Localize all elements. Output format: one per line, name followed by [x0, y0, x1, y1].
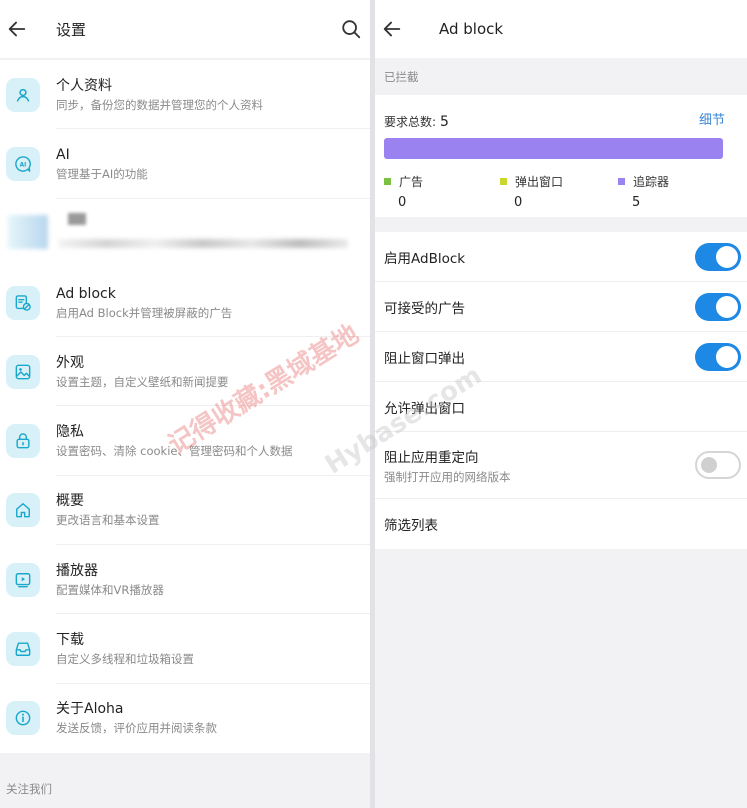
ad-block-screen: Ad block 已拦截 要求总数: 5 细节 广告 0 弹出窗口 0 追踪器 5… — [375, 0, 747, 808]
legend-value: 5 — [632, 195, 641, 210]
settings-item-profile[interactable]: 个人资料 同步，备份您的数据并管理您的个人资料 — [0, 60, 370, 130]
settings-item-subtitle: 管理基于AI的功能 — [56, 166, 148, 181]
total-requests: 要求总数: 5 — [384, 113, 449, 130]
settings-item-about[interactable]: 关于Aloha 发送反馈，评价应用并阅读条款 — [0, 684, 370, 753]
settings-item-ai[interactable]: AI AI 管理基于AI的功能 — [0, 129, 370, 199]
blocked-section-header: 已拦截 — [384, 69, 419, 84]
person-icon — [6, 77, 40, 112]
legend-value: 0 — [514, 195, 523, 210]
setting-label: 阻止窗口弹出 — [384, 350, 465, 367]
settings-item-subtitle: 更改语言和基本设置 — [56, 513, 160, 528]
settings-item-privacy[interactable]: 隐私 设置密码、清除 cookie、管理密码和个人数据 — [0, 406, 370, 477]
back-arrow-icon[interactable] — [6, 18, 28, 40]
total-requests-value: 5 — [440, 114, 449, 130]
enable-adblock-toggle[interactable] — [695, 242, 741, 271]
legend-trackers: 追踪器 5 — [618, 173, 669, 210]
settings-item-title: 概要 — [56, 493, 84, 510]
home-icon — [6, 493, 40, 528]
setting-enable-adblock[interactable]: 启用AdBlock — [375, 232, 747, 282]
setting-filter-lists[interactable]: 筛选列表 — [375, 499, 747, 549]
settings-item-title: Ad block — [56, 285, 116, 302]
settings-screen: 设置 个人资料 同步，备份您的数据并管理您的个人资料 AI AI 管理基于AI的… — [0, 0, 370, 808]
ad-block-top-bar: Ad block — [375, 0, 747, 58]
blurred-account-row[interactable] — [0, 199, 370, 268]
svg-text:AI: AI — [20, 162, 27, 168]
setting-label: 允许弹出窗口 — [384, 400, 465, 417]
settings-item-subtitle: 启用Ad Block并管理被屏蔽的广告 — [56, 305, 233, 320]
ad-block-settings-list: 启用AdBlock 可接受的广告 阻止窗口弹出 允许弹出窗口 阻止应用重定向 强… — [375, 232, 747, 549]
image-icon — [6, 354, 40, 389]
acceptable-ads-toggle[interactable] — [695, 292, 741, 321]
settings-item-subtitle: 自定义多线程和垃圾箱设置 — [56, 652, 194, 667]
settings-item-title: 隐私 — [56, 424, 84, 441]
settings-item-subtitle: 配置媒体和VR播放器 — [56, 582, 164, 597]
settings-item-general[interactable]: 概要 更改语言和基本设置 — [0, 476, 370, 546]
legend-label: 弹出窗口 — [515, 175, 564, 189]
lock-icon — [6, 424, 40, 459]
settings-item-title: 关于Aloha — [56, 701, 124, 718]
settings-item-title: 外观 — [56, 354, 84, 371]
legend-popups: 弹出窗口 0 — [500, 173, 563, 210]
info-icon — [6, 701, 40, 736]
legend-label: 追踪器 — [633, 175, 670, 189]
settings-item-title: 下载 — [56, 632, 84, 649]
block-popups-toggle[interactable] — [695, 342, 741, 371]
back-arrow-icon[interactable] — [381, 18, 403, 40]
settings-item-appearance[interactable]: 外观 设置主题，自定义壁纸和新闻提要 — [0, 337, 370, 407]
follow-us-header: 关注我们 — [6, 781, 52, 796]
page-title: Ad block — [439, 20, 504, 38]
block-app-redirect-toggle[interactable] — [695, 451, 741, 479]
blocked-stats-card: 要求总数: 5 细节 广告 0 弹出窗口 0 追踪器 5 — [375, 95, 747, 217]
page-title: 设置 — [56, 20, 87, 39]
settings-item-title: 播放器 — [56, 562, 98, 579]
settings-item-title: 个人资料 — [56, 77, 112, 94]
player-icon — [6, 562, 40, 597]
blurred-name — [68, 212, 86, 225]
blurred-avatar — [8, 214, 48, 249]
setting-block-popups[interactable]: 阻止窗口弹出 — [375, 332, 747, 382]
settings-item-subtitle: 发送反馈，评价应用并阅读条款 — [56, 721, 217, 736]
trackers-color-dot — [618, 178, 625, 185]
blocked-progress-bar — [384, 138, 723, 159]
setting-label: 阻止应用重定向 — [384, 449, 479, 466]
search-icon[interactable] — [340, 18, 362, 40]
settings-item-title: AI — [56, 146, 70, 163]
ai-icon: AI — [6, 146, 40, 181]
settings-item-subtitle: 同步，备份您的数据并管理您的个人资料 — [56, 97, 263, 112]
total-requests-label: 要求总数: — [384, 115, 437, 129]
download-tray-icon — [6, 632, 40, 667]
setting-sublabel: 强制打开应用的网络版本 — [384, 469, 511, 484]
setting-acceptable-ads[interactable]: 可接受的广告 — [375, 282, 747, 332]
blurred-detail — [58, 238, 348, 248]
ad-block-icon — [6, 285, 40, 320]
settings-item-subtitle: 设置主题，自定义壁纸和新闻提要 — [56, 374, 229, 389]
popups-color-dot — [500, 178, 507, 185]
setting-label: 可接受的广告 — [384, 300, 465, 317]
setting-block-app-redirect[interactable]: 阻止应用重定向 强制打开应用的网络版本 — [375, 432, 747, 499]
settings-top-bar: 设置 — [0, 0, 370, 58]
settings-item-subtitle: 设置密码、清除 cookie、管理密码和个人数据 — [56, 444, 293, 459]
settings-item-downloads[interactable]: 下载 自定义多线程和垃圾箱设置 — [0, 614, 370, 684]
settings-list: 个人资料 同步，备份您的数据并管理您的个人资料 AI AI 管理基于AI的功能 … — [0, 60, 370, 753]
details-link[interactable]: 细节 — [699, 109, 725, 128]
legend-value: 0 — [398, 195, 407, 210]
setting-label: 筛选列表 — [384, 518, 438, 534]
ads-color-dot — [384, 178, 391, 185]
setting-label: 启用AdBlock — [384, 250, 466, 267]
legend-ads: 广告 0 — [384, 173, 423, 210]
legend-label: 广告 — [399, 175, 424, 189]
settings-item-player[interactable]: 播放器 配置媒体和VR播放器 — [0, 545, 370, 615]
setting-allow-popups[interactable]: 允许弹出窗口 — [375, 382, 747, 432]
settings-item-ad-block[interactable]: Ad block 启用Ad Block并管理被屏蔽的广告 — [0, 268, 370, 338]
